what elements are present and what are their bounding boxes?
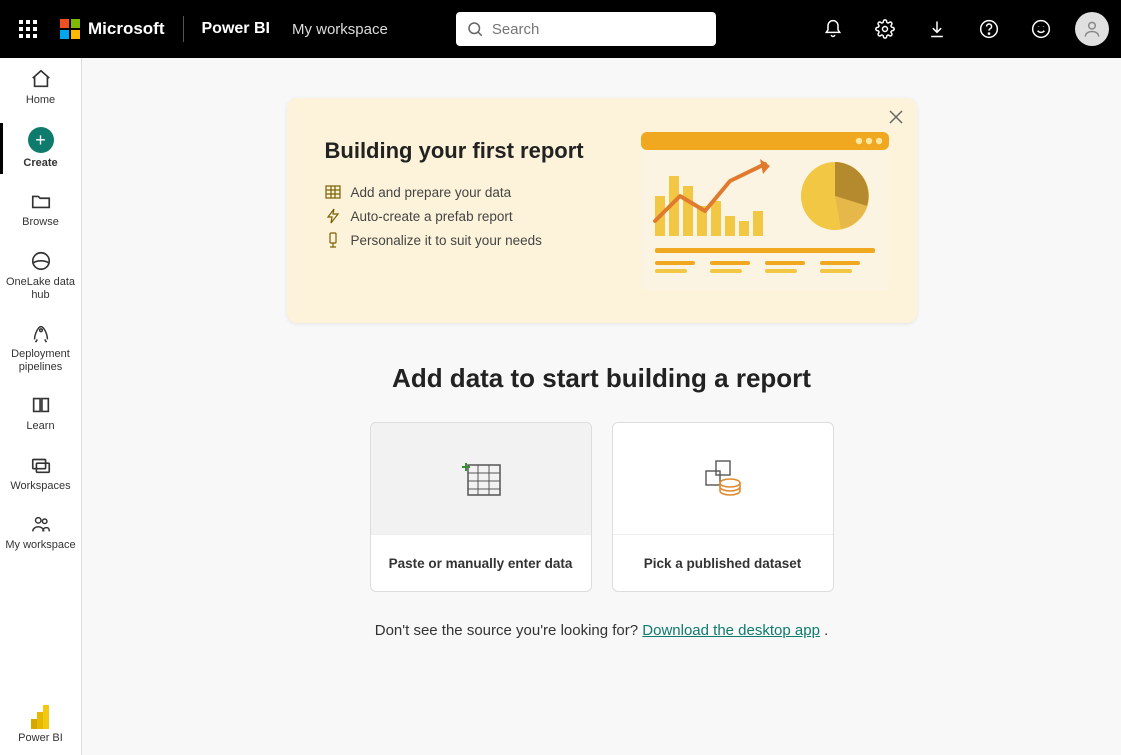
banner-step-text: Add and prepare your data [351,185,512,200]
header-divider [183,16,184,42]
sidebar-item-label: Create [23,157,57,170]
sidebar-item-my-workspace[interactable]: My workspace [0,503,81,562]
sidebar-item-create[interactable]: + Create [0,117,81,180]
help-icon [979,19,999,39]
sidebar-item-label: OneLake data hub [2,276,79,302]
sidebar-item-label: Workspaces [10,480,70,493]
search-box[interactable] [456,12,716,46]
sidebar-item-label: Home [26,94,55,107]
data-hub-icon [30,250,52,272]
person-icon [1082,19,1102,39]
gear-icon [875,19,895,39]
data-option-cards: Paste or manually enter data Pick a publ… [370,422,834,592]
footer-prefix: Don't see the source you're looking for? [375,622,643,639]
add-data-heading: Add data to start building a report [392,363,811,394]
footer-help-line: Don't see the source you're looking for?… [375,622,829,639]
bell-icon [823,19,843,39]
sidebar-item-label: Learn [26,420,54,433]
plus-circle-icon: + [28,127,54,153]
account-button[interactable] [1075,12,1109,46]
published-dataset-card[interactable]: Pick a published dataset [612,422,834,592]
people-icon [30,513,52,535]
card-label: Pick a published dataset [613,535,833,591]
banner-close-button[interactable] [889,110,903,129]
dataset-icon [700,457,746,501]
home-icon [30,68,52,90]
sidebar-item-browse[interactable]: Browse [0,180,81,239]
app-name-label: Power BI [202,20,270,38]
microsoft-brand-text: Microsoft [88,19,165,39]
table-icon [325,184,341,200]
search-input[interactable] [492,21,706,38]
app-launcher-button[interactable] [12,13,44,45]
sidebar-item-label: Power BI [18,732,63,745]
help-button[interactable] [967,7,1011,51]
sidebar-item-label: My workspace [5,539,75,552]
download-icon [927,19,947,39]
workspace-name-label: My workspace [292,21,388,38]
powerbi-icon [30,706,52,728]
card-label: Paste or manually enter data [371,535,591,591]
banner-illustration [635,126,895,301]
banner-step-1: Add and prepare your data [325,184,619,200]
settings-button[interactable] [863,7,907,51]
download-desktop-link[interactable]: Download the desktop app [642,622,820,639]
footer-suffix: . [820,622,828,639]
feedback-button[interactable] [1019,7,1063,51]
workspaces-icon [30,454,52,476]
paste-data-card[interactable]: Paste or manually enter data [370,422,592,592]
search-icon [466,20,484,38]
notifications-button[interactable] [811,7,855,51]
left-nav: Home + Create Browse OneLake data hub De… [0,58,82,755]
smiley-icon [1031,19,1051,39]
banner-step-text: Auto-create a prefab report [351,209,513,224]
sidebar-item-home[interactable]: Home [0,58,81,117]
banner-step-3: Personalize it to suit your needs [325,232,619,248]
folder-icon [30,190,52,212]
sidebar-item-label: Deployment pipelines [2,348,79,374]
lightning-icon [325,208,341,224]
close-icon [889,110,903,124]
main-content: Building your first report Add and prepa… [82,58,1121,755]
banner-step-text: Personalize it to suit your needs [351,233,542,248]
banner-title: Building your first report [325,138,619,164]
sidebar-item-learn[interactable]: Learn [0,384,81,443]
microsoft-logo: Microsoft [60,19,165,39]
rocket-icon [30,322,52,344]
banner-step-2: Auto-create a prefab report [325,208,619,224]
sidebar-item-label: Browse [22,216,59,229]
enter-data-icon [458,459,504,499]
microsoft-logo-icon [60,19,80,39]
sidebar-item-onelake[interactable]: OneLake data hub [0,240,81,312]
download-button[interactable] [915,7,959,51]
app-header: Microsoft Power BI My workspace [0,0,1121,58]
first-report-banner: Building your first report Add and prepa… [287,98,917,323]
book-icon [30,394,52,416]
sidebar-item-powerbi[interactable]: Power BI [0,696,81,755]
sidebar-item-pipelines[interactable]: Deployment pipelines [0,312,81,384]
personalize-icon [325,232,341,248]
sidebar-item-workspaces[interactable]: Workspaces [0,444,81,503]
